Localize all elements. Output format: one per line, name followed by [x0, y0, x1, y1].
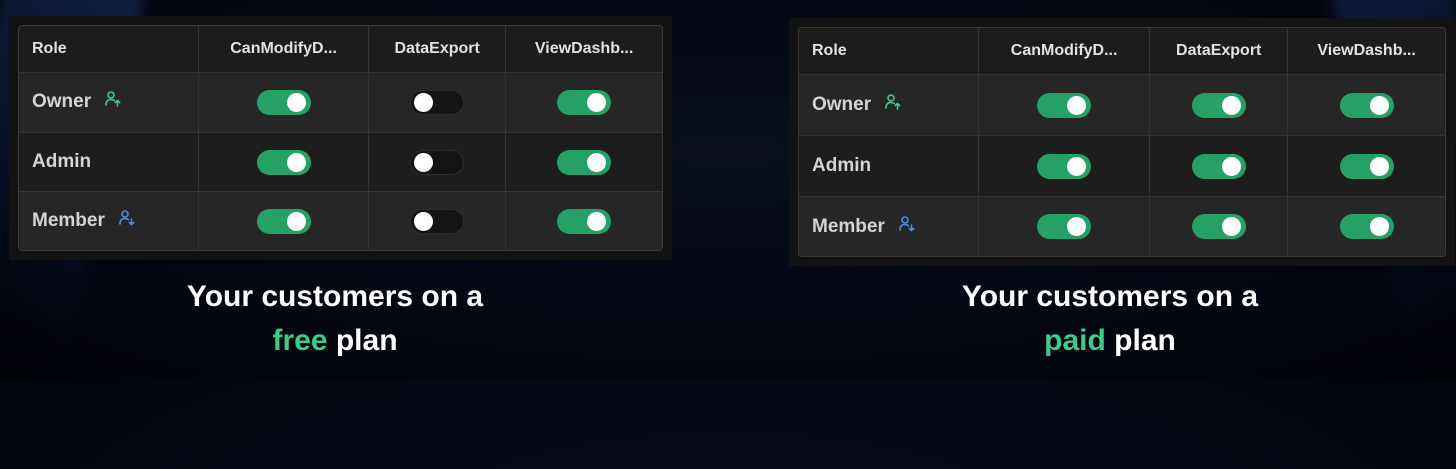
perm-cell: [1150, 197, 1289, 256]
column-header-canmodify[interactable]: CanModifyD...: [979, 28, 1151, 75]
role-cell-admin: Admin: [799, 136, 979, 198]
perm-cell: [506, 192, 662, 250]
caption-line-1: Your customers on a: [961, 280, 1259, 313]
column-header-viewdashboard[interactable]: ViewDashb...: [1288, 28, 1445, 75]
free-member-viewdashboard-toggle[interactable]: [557, 208, 612, 234]
paid-owner-dataexport-toggle[interactable]: [1191, 92, 1246, 118]
perm-cell: [979, 197, 1151, 256]
role-cell-member: Member: [19, 192, 199, 250]
paid-owner-canmodify-toggle[interactable]: [1037, 92, 1092, 118]
paid-admin-canmodify-toggle[interactable]: [1037, 153, 1092, 179]
table-row-owner: Owner: [799, 75, 1445, 137]
free-member-dataexport-toggle[interactable]: [410, 208, 465, 234]
perm-cell: [1150, 136, 1289, 198]
role-label-owner: Owner: [812, 94, 872, 116]
role-label-member: Member: [32, 210, 105, 232]
role-cell-member: Member: [799, 197, 979, 256]
paid-admin-dataexport-toggle[interactable]: [1191, 153, 1246, 179]
paid-permissions-table: Role CanModifyD... DataExport ViewDashb.…: [798, 27, 1446, 257]
perm-cell: [199, 192, 370, 250]
role-label-owner: Owner: [32, 91, 92, 113]
perm-cell: [369, 192, 507, 250]
paid-plan-panel: Role CanModifyD... DataExport ViewDashb.…: [789, 18, 1455, 266]
perm-cell: [979, 75, 1151, 137]
caption-rest: plan: [1114, 324, 1176, 357]
caption-line-2: free plan: [120, 319, 550, 363]
free-member-canmodify-toggle[interactable]: [256, 208, 311, 234]
table-row-admin: Admin: [19, 132, 662, 193]
perm-cell: [506, 73, 662, 133]
perm-cell: [506, 132, 662, 193]
perm-cell: [1288, 136, 1445, 198]
role-cell-admin: Admin: [19, 132, 199, 193]
perm-cell: [369, 73, 507, 133]
table-row-member: Member: [799, 197, 1445, 256]
free-admin-viewdashboard-toggle[interactable]: [557, 149, 612, 175]
paid-member-canmodify-toggle[interactable]: [1037, 214, 1092, 240]
table-header-row: Role CanModifyD... DataExport ViewDashb.…: [19, 26, 662, 73]
caption-line-2: paid plan: [895, 319, 1325, 363]
column-header-role[interactable]: Role: [799, 28, 979, 75]
paid-member-viewdashboard-toggle[interactable]: [1339, 214, 1394, 240]
paid-owner-viewdashboard-toggle[interactable]: [1339, 92, 1394, 118]
free-owner-viewdashboard-toggle[interactable]: [557, 89, 612, 115]
perm-cell: [1150, 75, 1289, 137]
table-row-owner: Owner: [19, 73, 662, 133]
paid-member-dataexport-toggle[interactable]: [1191, 214, 1246, 240]
table-row-member: Member: [19, 192, 662, 250]
caption-accent-word: paid: [1044, 324, 1106, 357]
caption-line-1: Your customers on a: [186, 280, 484, 313]
perm-cell: [1288, 75, 1445, 137]
role-label-admin: Admin: [32, 151, 92, 173]
perm-cell: [979, 136, 1151, 198]
role-cell-owner: Owner: [799, 75, 979, 137]
caption-rest: plan: [335, 324, 398, 357]
role-label-member: Member: [812, 215, 885, 237]
column-header-dataexport[interactable]: DataExport: [369, 26, 507, 73]
table-row-admin: Admin: [799, 136, 1445, 198]
perm-cell: [369, 132, 507, 193]
free-admin-dataexport-toggle[interactable]: [410, 149, 465, 175]
caption-accent-word: free: [272, 324, 328, 357]
paid-admin-viewdashboard-toggle[interactable]: [1339, 153, 1394, 179]
role-cell-owner: Owner: [19, 73, 199, 133]
column-header-dataexport[interactable]: DataExport: [1150, 28, 1289, 75]
free-admin-canmodify-toggle[interactable]: [256, 149, 311, 175]
perm-cell: [199, 132, 370, 193]
paid-plan-caption: Your customers on a paid plan: [895, 275, 1325, 363]
column-header-viewdashboard[interactable]: ViewDashb...: [506, 26, 662, 73]
column-header-role[interactable]: Role: [19, 26, 199, 73]
user-arrow-up-icon: [104, 90, 122, 114]
user-arrow-up-icon: [884, 93, 902, 117]
user-arrow-down-icon: [118, 209, 136, 233]
table-header-row: Role CanModifyD... DataExport ViewDashb.…: [799, 28, 1445, 75]
user-arrow-down-icon: [898, 215, 916, 239]
free-permissions-table: Role CanModifyD... DataExport ViewDashb.…: [18, 25, 663, 251]
free-plan-caption: Your customers on a free plan: [120, 275, 550, 363]
free-owner-canmodify-toggle[interactable]: [256, 89, 311, 115]
column-header-canmodify[interactable]: CanModifyD...: [199, 26, 370, 73]
role-label-admin: Admin: [812, 155, 872, 177]
free-owner-dataexport-toggle[interactable]: [410, 89, 465, 115]
perm-cell: [199, 73, 370, 133]
free-plan-panel: Role CanModifyD... DataExport ViewDashb.…: [9, 16, 672, 260]
perm-cell: [1288, 197, 1445, 256]
